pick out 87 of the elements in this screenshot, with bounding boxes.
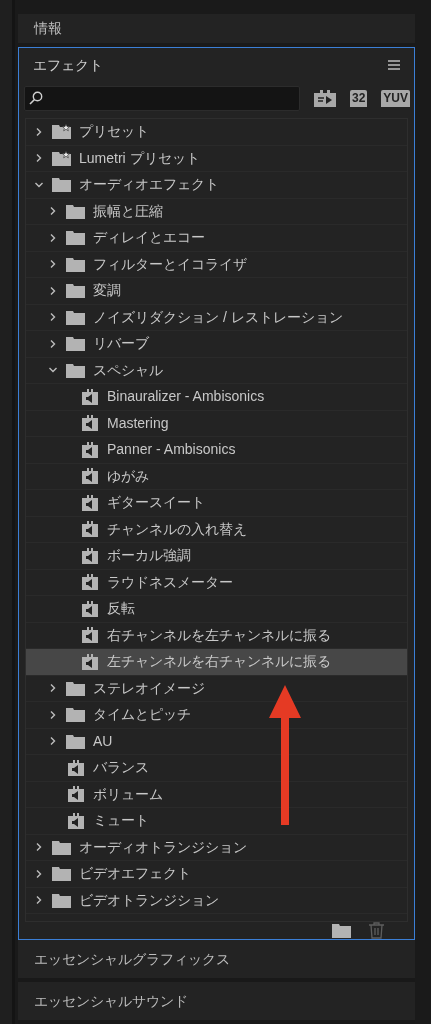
tree-item-label: Panner - Ambisonics [107, 440, 236, 460]
folder-icon [52, 866, 71, 882]
tree-item-label: ボーカル強調 [107, 546, 191, 566]
chevron-right-icon[interactable] [34, 842, 44, 853]
audio-effect-icon [81, 653, 98, 670]
panel-title[interactable]: エッセンシャルサウンド [34, 990, 188, 1012]
audio-effect-icon [81, 468, 98, 485]
folder-icon [52, 892, 71, 908]
tree-item-label: ビデオトランジション [79, 890, 219, 910]
tree-item-label: 変調 [93, 281, 121, 301]
audio-effect-icon [81, 600, 98, 617]
menu-icon[interactable] [388, 60, 400, 70]
tree-item-label: フィルターとイコライザ [93, 254, 247, 274]
chevron-right-icon[interactable] [48, 259, 58, 270]
folder-icon [66, 309, 85, 325]
tree-item-label: ボリューム [93, 784, 163, 804]
folder-icon [66, 230, 85, 246]
tree-item-label: 反転 [107, 599, 135, 619]
folder-icon [66, 707, 85, 723]
tree-item-label: Mastering [107, 413, 169, 433]
tree-item-label: オーディオトランジション [79, 837, 247, 857]
panel-title[interactable]: 情報 [34, 18, 62, 39]
folder-icon [52, 177, 71, 193]
audio-effect-icon [81, 388, 98, 405]
folder-icon [52, 839, 71, 855]
audio-effect-icon [81, 521, 98, 538]
audio-effect-icon [67, 812, 84, 829]
new-folder-icon[interactable] [332, 923, 351, 938]
trash-icon[interactable] [369, 922, 384, 939]
chevron-right-icon[interactable] [48, 736, 58, 747]
tree-item-label: バランス [93, 758, 149, 778]
chevron-right-icon[interactable] [48, 709, 58, 720]
search-field[interactable] [24, 85, 300, 111]
star-folder-icon [52, 124, 71, 140]
folder-icon [66, 256, 85, 272]
tree-item-label: タイムとピッチ [93, 705, 191, 725]
chevron-right-icon[interactable] [48, 312, 58, 323]
audio-effect-icon [81, 441, 98, 458]
tree-item-label: 振幅と圧縮 [93, 201, 163, 221]
chevron-right-icon[interactable] [48, 285, 58, 296]
audio-effect-icon [81, 494, 98, 511]
search-icon [29, 91, 43, 105]
accelerated-effects-icon[interactable] [314, 89, 336, 107]
folder-icon [66, 283, 85, 299]
chevron-right-icon[interactable] [48, 232, 58, 243]
tree-item-label: ゆがみ [107, 466, 149, 486]
filter-badge[interactable]: YUV [381, 89, 411, 107]
star-folder-icon [52, 150, 71, 166]
chevron-right-icon[interactable] [34, 868, 44, 879]
tree-item-label: オーディオエフェクト [79, 175, 219, 195]
folder-icon [66, 680, 85, 696]
tree-item-label: AU [93, 731, 113, 751]
tree-item-label: Lumetri プリセット [79, 148, 200, 168]
chevron-right-icon[interactable] [34, 126, 44, 137]
audio-effect-icon [81, 627, 98, 644]
tree-item-label: ミュート [93, 811, 149, 831]
tree-item-label: ディレイとエコー [93, 228, 205, 248]
chevron-right-icon[interactable] [34, 895, 44, 906]
tree-item-label: リバーブ [93, 334, 149, 354]
chevron-right-icon[interactable] [34, 153, 44, 164]
tree-item[interactable]: 左チャンネルを右チャンネルに振る [26, 649, 407, 676]
tree-item-label: チャンネルの入れ替え [107, 519, 247, 539]
audio-effect-icon [81, 547, 98, 564]
tree-item-label: ステレオイメージ [93, 678, 205, 698]
tree-item-label: 左チャンネルを右チャンネルに振る [107, 652, 331, 672]
folder-icon [66, 203, 85, 219]
chevron-right-icon[interactable] [48, 683, 58, 694]
panel-title[interactable]: エフェクト [33, 54, 103, 76]
tree-item-label: 右チャンネルを左チャンネルに振る [107, 625, 331, 645]
filter-badge[interactable]: 32 [350, 89, 368, 107]
tree-item-label: ビデオエフェクト [79, 864, 191, 884]
audio-effect-icon [81, 574, 98, 591]
chevron-right-icon[interactable] [48, 206, 58, 217]
folder-icon [66, 362, 85, 378]
folder-icon [66, 733, 85, 749]
tree-item-label: スペシャル [93, 360, 163, 380]
folder-icon [66, 336, 85, 352]
panel-title[interactable]: エッセンシャルグラフィックス [34, 948, 230, 970]
tree-item-label: ラウドネスメーター [107, 572, 233, 592]
tree-item-label: ノイズリダクション / レストレーション [93, 307, 343, 327]
tree-item-label: Binauralizer - Ambisonics [107, 387, 265, 407]
audio-effect-icon [81, 415, 98, 432]
tree-item-label: ギタースイート [107, 493, 205, 513]
tree-item-label: プリセット [79, 122, 149, 142]
audio-effect-icon [67, 786, 84, 803]
chevron-right-icon[interactable] [48, 338, 58, 349]
audio-effect-icon [67, 759, 84, 776]
